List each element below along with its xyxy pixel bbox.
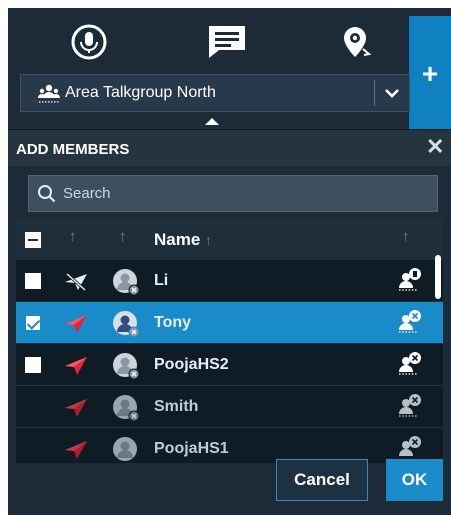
list-scrollbar[interactable] — [435, 255, 441, 299]
add-button[interactable]: + — [409, 16, 451, 132]
name-column-header[interactable]: Name ↑ — [154, 230, 212, 250]
online-status-icon — [65, 357, 87, 375]
location-pin-icon[interactable] — [335, 22, 375, 62]
online-status-icon — [65, 399, 87, 417]
member-name: Smith — [154, 398, 199, 415]
app-window: + Area Talkgroup North ADD MEMBERS ✕ Sea… — [8, 8, 451, 515]
panel-header: ADD MEMBERS ✕ — [8, 130, 451, 166]
add-members-panel: ADD MEMBERS ✕ ↑ ↑ Name ↑ ↑ — [8, 129, 451, 515]
chevron-down-icon[interactable] — [375, 87, 409, 99]
offline-status-icon — [65, 272, 87, 292]
row-checkbox-checked[interactable] — [25, 315, 41, 331]
location-status-icon — [399, 268, 421, 291]
row-checkbox[interactable] — [25, 357, 41, 373]
close-icon[interactable]: ✕ — [426, 136, 444, 158]
cancel-button[interactable]: Cancel — [276, 459, 368, 501]
sort-location-arrow-icon[interactable]: ↑ — [402, 228, 410, 245]
member-name: PoojaHS2 — [154, 356, 229, 373]
search-input[interactable] — [63, 185, 403, 202]
talkgroup-icon — [37, 81, 61, 105]
table-row-selected[interactable]: Tony — [16, 302, 443, 344]
row-checkbox[interactable] — [25, 273, 41, 289]
avatar-icon — [113, 353, 140, 380]
sort-avatar-arrow-icon[interactable]: ↑ — [119, 228, 127, 245]
select-all-checkbox[interactable] — [25, 232, 41, 248]
online-status-icon — [65, 315, 87, 333]
location-status-icon — [399, 310, 421, 333]
avatar-icon — [113, 437, 137, 461]
table-row[interactable]: PoojaHS1 — [16, 428, 443, 463]
table-row[interactable]: Smith — [16, 386, 443, 428]
talkgroup-select[interactable]: Area Talkgroup North — [20, 74, 410, 112]
avatar-icon — [113, 395, 140, 422]
sort-status-arrow-icon[interactable]: ↑ — [69, 228, 77, 245]
panel-title: ADD MEMBERS — [16, 141, 130, 158]
location-status-icon — [399, 352, 421, 375]
table-row[interactable]: PoojaHS2 — [16, 344, 443, 386]
members-list: ↑ ↑ Name ↑ ↑ Li Tony PoojaHS2 Smith Pooj… — [16, 218, 443, 463]
message-icon[interactable] — [204, 22, 250, 62]
microphone-icon[interactable] — [69, 22, 109, 62]
search-icon — [38, 184, 56, 202]
top-toolbar — [8, 8, 408, 78]
search-box[interactable] — [28, 175, 438, 212]
table-row[interactable]: Li — [16, 260, 443, 302]
ok-button[interactable]: OK — [386, 459, 443, 501]
avatar-icon — [113, 311, 140, 338]
member-name: Li — [154, 272, 169, 289]
dropdown-caret — [205, 118, 219, 125]
location-status-icon — [399, 394, 421, 417]
member-name: Tony — [154, 314, 192, 331]
online-status-icon — [65, 441, 87, 459]
talkgroup-label: Area Talkgroup North — [65, 84, 216, 101]
avatar-icon — [113, 269, 140, 296]
list-header: ↑ ↑ Name ↑ ↑ — [16, 218, 443, 260]
member-name: PoojaHS1 — [154, 440, 229, 457]
